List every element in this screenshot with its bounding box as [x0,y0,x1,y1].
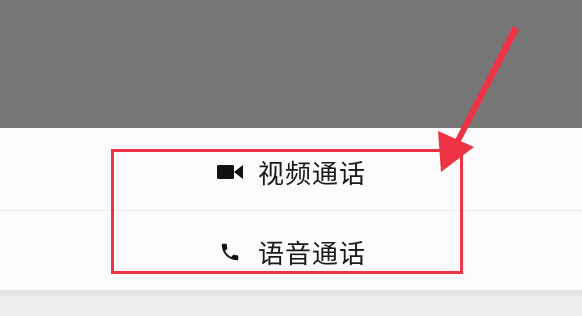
option-divider [0,210,582,211]
bottom-edge-shadow [0,290,582,296]
dimmed-background-overlay[interactable] [0,0,582,128]
voice-call-label: 语音通话 [257,239,366,270]
sheet-bottom-edge [0,290,582,316]
phone-handset-icon [216,238,244,266]
video-call-option[interactable]: 视频通话 [0,132,582,212]
video-camera-icon [216,158,244,186]
call-type-action-sheet: 视频通话 语音通话 [0,128,582,290]
voice-call-option[interactable]: 语音通话 [0,212,582,292]
video-call-label: 视频通话 [257,159,366,190]
